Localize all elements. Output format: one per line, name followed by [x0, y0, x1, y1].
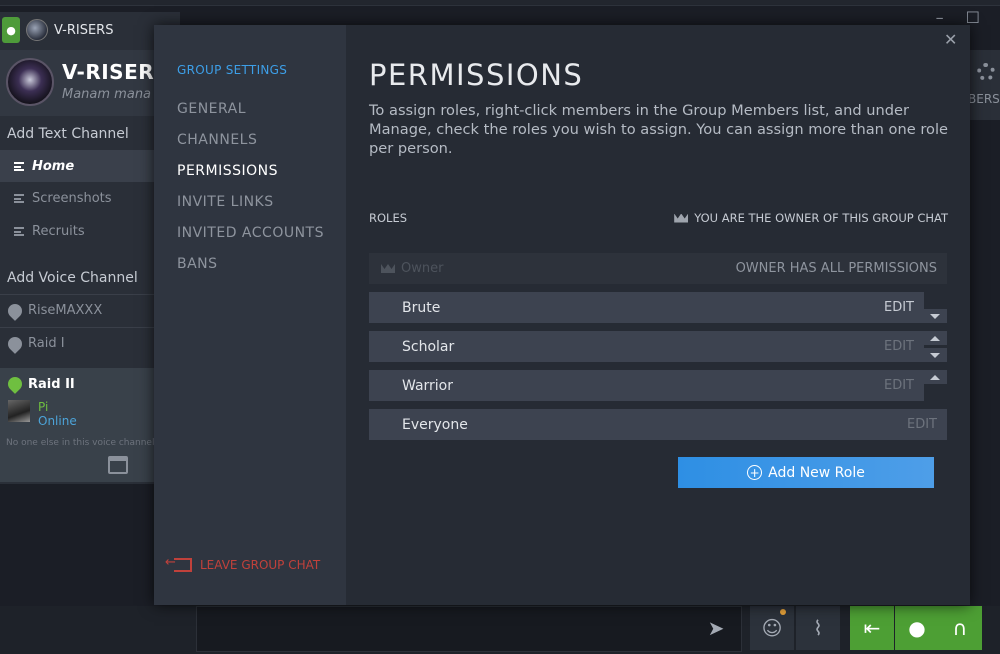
permissions-panel: PERMISSIONS To assign roles, right-click… [346, 25, 970, 605]
plus-icon: + [747, 465, 762, 480]
chevron-up-icon [930, 336, 940, 341]
permissions-description: To assign roles, right-click members in … [369, 101, 955, 158]
window-title: V-RISERS [54, 23, 113, 38]
voice-channel-icon [5, 334, 25, 354]
move-down-placeholder [923, 387, 947, 401]
member-name: Pi [38, 400, 77, 414]
member-status: Online [38, 414, 77, 428]
chat-input[interactable] [196, 606, 742, 652]
move-down-button[interactable] [923, 348, 947, 362]
page-title: PERMISSIONS [369, 58, 583, 92]
channel-label: Home [32, 159, 74, 174]
owner-note: YOU ARE THE OWNER OF THIS GROUP CHAT [674, 211, 948, 225]
nav-bans[interactable]: BANS [177, 256, 218, 272]
group-avatar[interactable] [6, 58, 54, 106]
role-name: Brute [402, 300, 440, 316]
voice-channel-raid-i[interactable]: Raid I [0, 327, 178, 359]
nav-invite-links[interactable]: INVITE LINKS [177, 194, 274, 210]
owner-note-text: YOU ARE THE OWNER OF THIS GROUP CHAT [694, 211, 948, 225]
text-channel-screenshots[interactable]: Screenshots [0, 182, 178, 214]
edit-role-button[interactable]: EDIT [884, 378, 914, 393]
member-avatar [8, 400, 30, 422]
close-button[interactable]: ✕ [944, 30, 957, 49]
app-topbar [0, 0, 1000, 6]
calendar-icon[interactable] [108, 456, 128, 474]
nav-channels[interactable]: CHANNELS [177, 132, 257, 148]
channel-label: Recruits [32, 224, 85, 239]
gear-icon[interactable] [977, 63, 995, 81]
voice-status-header: ● V-RISERS [0, 14, 178, 46]
edit-role-button[interactable]: EDIT [884, 300, 914, 315]
group-header: V-RISERS Manam mana [0, 50, 178, 116]
edit-role-button[interactable]: EDIT [907, 417, 937, 432]
headphones-icon[interactable]: ∩ [938, 606, 982, 650]
leave-label: LEAVE GROUP CHAT [200, 558, 320, 572]
role-order-controls [923, 370, 947, 401]
send-icon[interactable]: ➤ [694, 606, 738, 650]
move-up-button[interactable] [923, 331, 947, 345]
add-text-channel-button[interactable]: Add Text Channel [7, 126, 129, 142]
role-row-owner: Owner OWNER HAS ALL PERMISSIONS [369, 253, 947, 284]
roles-label: ROLES [369, 211, 407, 225]
role-row-everyone[interactable]: Everyone EDIT [369, 409, 947, 440]
members-label: BERS [968, 92, 1000, 106]
owner-permissions-note: OWNER HAS ALL PERMISSIONS [736, 261, 937, 276]
settings-nav-title: GROUP SETTINGS [177, 63, 287, 77]
text-channel-icon [14, 227, 24, 236]
add-voice-channel-button[interactable]: Add Voice Channel [7, 270, 138, 286]
notification-dot [780, 609, 786, 615]
crown-icon [674, 214, 688, 223]
role-row-warrior[interactable]: Warrior EDIT [369, 370, 924, 401]
voice-channel-raid-ii[interactable]: Raid II [0, 368, 178, 400]
crown-icon [381, 264, 395, 273]
move-down-button[interactable] [923, 309, 947, 323]
text-channel-recruits[interactable]: Recruits [0, 215, 178, 247]
members-strip [965, 50, 1000, 120]
role-name: Warrior [402, 378, 453, 394]
emoji-icon[interactable]: ☺ [750, 606, 794, 650]
role-order-controls [923, 292, 947, 323]
chevron-down-icon [930, 353, 940, 358]
nav-general[interactable]: GENERAL [177, 101, 246, 117]
group-settings-dialog: GROUP SETTINGS GENERAL CHANNELS PERMISSI… [154, 25, 970, 605]
leave-group-chat-button[interactable]: LEAVE GROUP CHAT [174, 558, 320, 572]
chevron-down-icon [930, 314, 940, 319]
voice-member[interactable]: Pi Online [8, 400, 77, 428]
leave-icon [174, 558, 192, 572]
group-avatar-small [26, 19, 48, 41]
role-name: Everyone [402, 417, 468, 433]
voice-channel-raid-ii-panel: Raid II Pi Online No one else in this vo… [0, 368, 178, 482]
group-tagline: Manam mana [62, 87, 151, 102]
text-channel-home[interactable]: Home [0, 150, 178, 182]
microphone-icon[interactable]: ● [2, 17, 20, 43]
role-row-scholar[interactable]: Scholar EDIT [369, 331, 924, 362]
channel-label: RiseMAXXX [28, 303, 102, 318]
add-role-label: Add New Role [768, 465, 865, 481]
text-channel-icon [14, 194, 24, 203]
leave-voice-icon[interactable]: ⇤ [850, 606, 894, 650]
microphone-icon[interactable]: ● [895, 606, 939, 650]
empty-channel-note: No one else in this voice channel [6, 438, 154, 448]
role-order-controls [923, 331, 947, 362]
channel-label: Raid I [28, 336, 65, 351]
edit-role-button[interactable]: EDIT [884, 339, 914, 354]
chevron-up-icon [930, 375, 940, 380]
settings-nav: GROUP SETTINGS GENERAL CHANNELS PERMISSI… [154, 25, 346, 605]
role-name: Owner [401, 261, 443, 276]
move-up-placeholder [923, 292, 947, 306]
voice-channel-icon [5, 301, 25, 321]
group-name: V-RISERS [62, 60, 169, 84]
nav-invited-accounts[interactable]: INVITED ACCOUNTS [177, 225, 324, 241]
text-channel-icon [14, 162, 24, 171]
voice-channel-risemaxxx[interactable]: RiseMAXXX [0, 294, 178, 326]
channel-label: Raid II [28, 377, 75, 392]
voice-channel-icon [5, 374, 25, 394]
role-row-brute[interactable]: Brute EDIT [369, 292, 924, 323]
add-new-role-button[interactable]: + Add New Role [678, 457, 934, 488]
channel-label: Screenshots [32, 191, 112, 206]
attach-icon[interactable]: ⌇ [796, 606, 840, 650]
move-up-button[interactable] [923, 370, 947, 384]
role-name: Scholar [402, 339, 454, 355]
nav-permissions[interactable]: PERMISSIONS [177, 163, 278, 179]
